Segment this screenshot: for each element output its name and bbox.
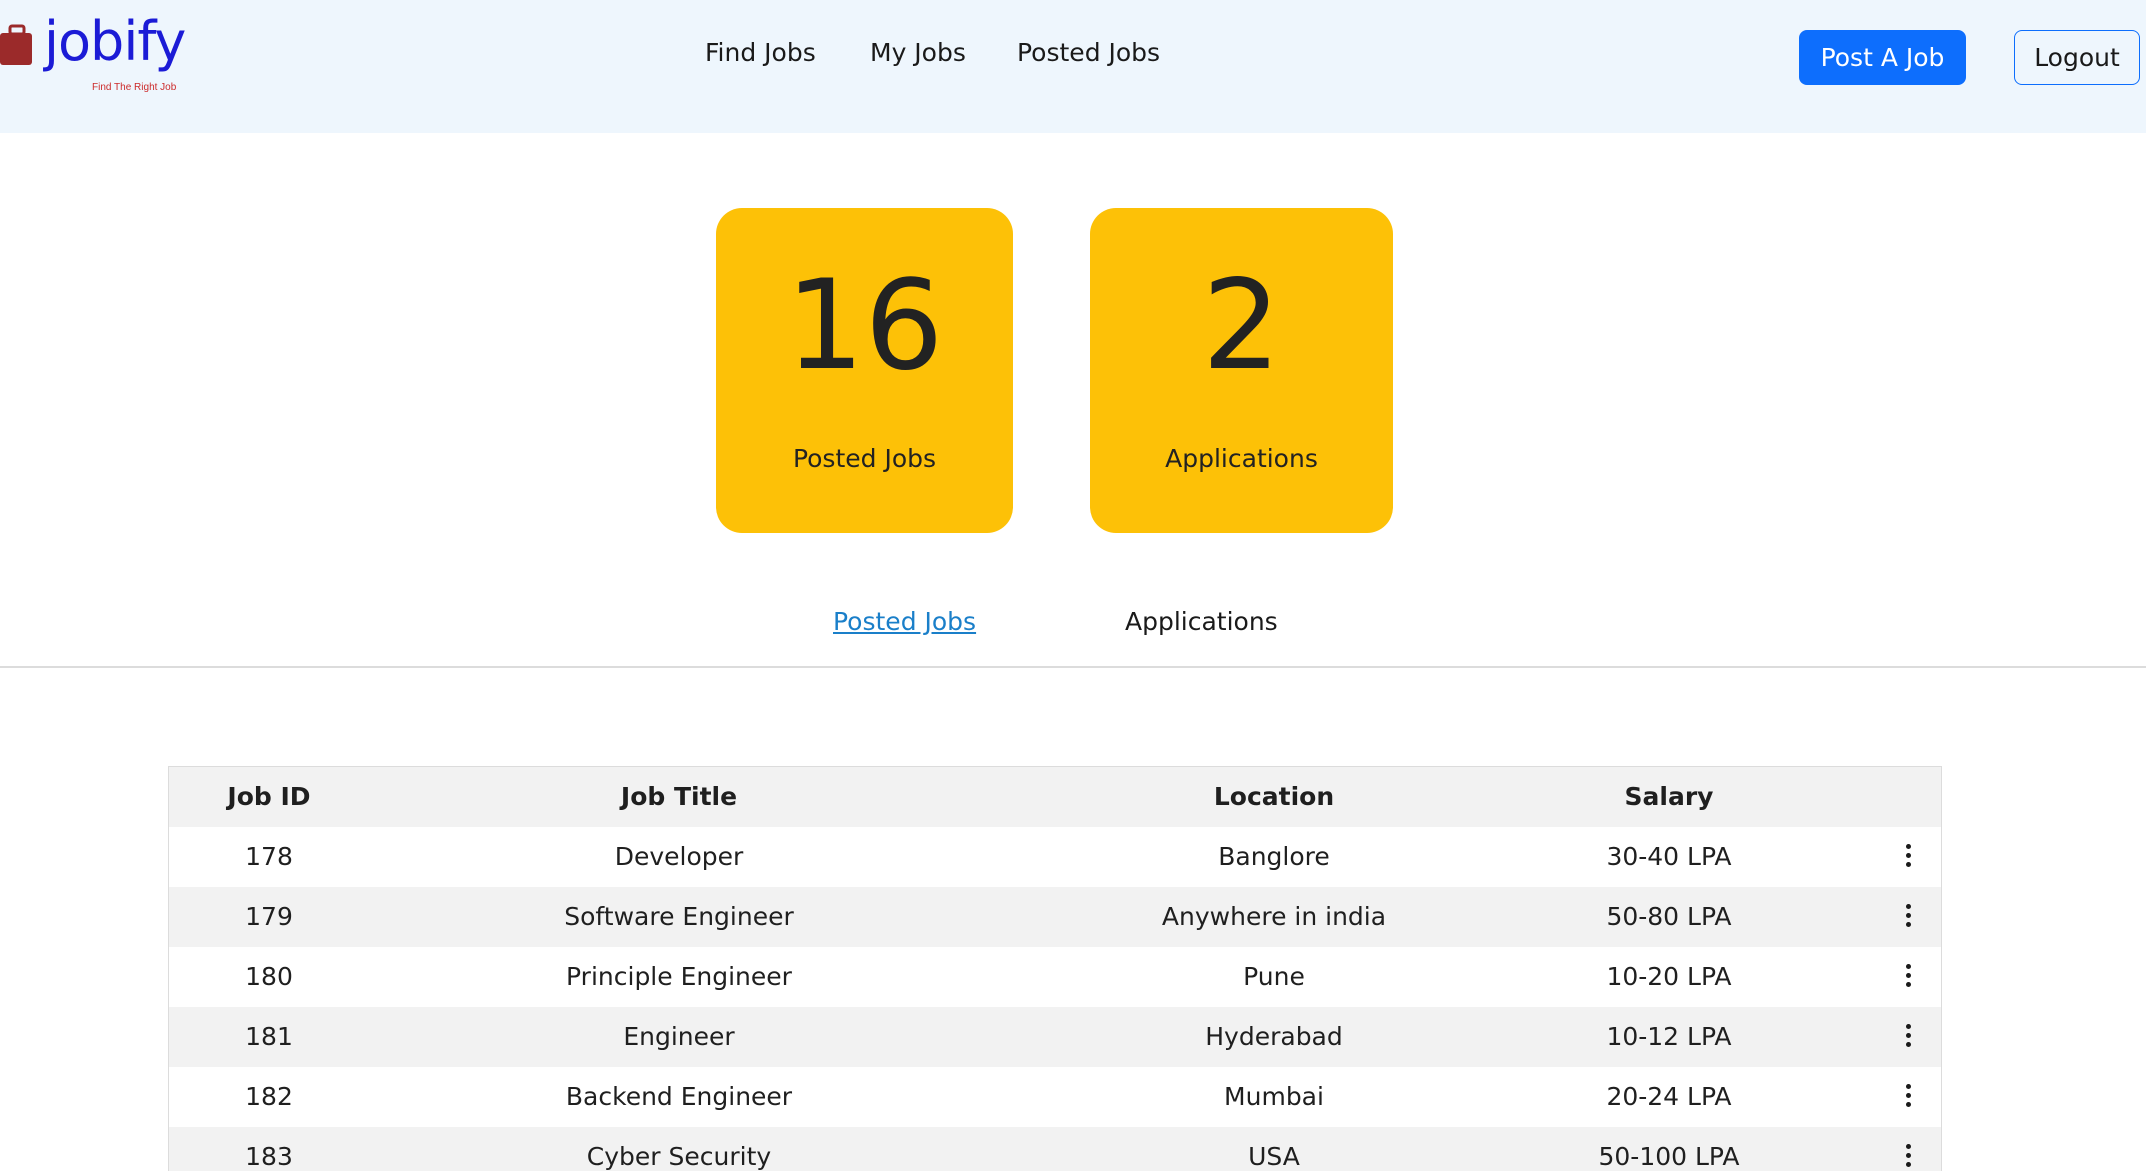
cell-job-id: 179 [245, 902, 293, 931]
row-menu-icon[interactable] [1894, 827, 1924, 887]
row-menu-icon[interactable] [1894, 887, 1924, 947]
tabs-divider [0, 666, 2146, 668]
table-header-row: Job ID Job Title Location Salary [169, 767, 1941, 827]
cell-location: Banglore [1218, 842, 1330, 871]
post-job-button[interactable]: Post A Job [1799, 30, 1966, 85]
posted-jobs-table: Job ID Job Title Location Salary 178 Dev… [168, 766, 1942, 1171]
cell-job-title: Engineer [623, 1022, 735, 1051]
row-menu-icon[interactable] [1894, 1067, 1924, 1127]
cell-job-title: Software Engineer [564, 902, 794, 931]
cell-location: Anywhere in india [1161, 902, 1387, 931]
table-row: 182 Backend Engineer Mumbai 20-24 LPA [169, 1067, 1941, 1127]
table-row: 178 Developer Banglore 30-40 LPA [169, 827, 1941, 887]
row-menu-icon[interactable] [1894, 1007, 1924, 1067]
cell-salary: 30-40 LPA [1606, 842, 1732, 871]
cell-salary: 50-100 LPA [1598, 1142, 1740, 1171]
cell-job-title: Backend Engineer [565, 1082, 793, 1111]
table-row: 180 Principle Engineer Pune 10-20 LPA [169, 947, 1941, 1007]
cell-salary: 10-12 LPA [1606, 1022, 1732, 1051]
brand-logo[interactable]: jobify Find The Right Job [0, 10, 200, 104]
table-row: 183 Cyber Security USA 50-100 LPA [169, 1127, 1941, 1171]
cell-job-id: 182 [245, 1082, 293, 1111]
tab-posted-jobs[interactable]: Posted Jobs [833, 607, 976, 636]
stat-value: 16 [785, 254, 944, 398]
briefcase-icon [0, 24, 32, 65]
cell-location: Hyderabad [1205, 1022, 1343, 1051]
cell-salary: 20-24 LPA [1606, 1082, 1732, 1111]
nav-my-jobs[interactable]: My Jobs [870, 38, 966, 67]
table-row: 179 Software Engineer Anywhere in india … [169, 887, 1941, 947]
stat-card-applications: 2 Applications [1090, 208, 1393, 533]
cell-salary: 10-20 LPA [1606, 962, 1732, 991]
cell-job-id: 181 [245, 1022, 293, 1051]
cell-location: USA [1248, 1142, 1300, 1171]
table-row: 181 Engineer Hyderabad 10-12 LPA [169, 1007, 1941, 1067]
cell-location: Mumbai [1224, 1082, 1324, 1111]
stat-label: Applications [1165, 444, 1318, 473]
cell-location: Pune [1243, 962, 1305, 991]
cell-job-id: 178 [245, 842, 293, 871]
stat-value: 2 [1202, 254, 1281, 398]
nav-posted-jobs[interactable]: Posted Jobs [1017, 38, 1160, 67]
header-salary: Salary [1624, 782, 1714, 811]
header-location: Location [1213, 782, 1335, 811]
cell-job-title: Principle Engineer [566, 962, 792, 991]
cell-job-id: 183 [245, 1142, 293, 1171]
stat-label: Posted Jobs [792, 444, 937, 473]
cell-job-title: Cyber Security [586, 1142, 772, 1171]
top-navbar: jobify Find The Right Job Find Jobs My J… [0, 0, 2146, 133]
logout-button[interactable]: Logout [2014, 30, 2140, 85]
nav-find-jobs[interactable]: Find Jobs [705, 38, 816, 67]
cell-job-id: 180 [245, 962, 293, 991]
row-menu-icon[interactable] [1894, 947, 1924, 1007]
header-job-id: Job ID [227, 782, 311, 811]
brand-tagline: Find The Right Job [92, 82, 177, 93]
cell-job-title: Developer [614, 842, 744, 871]
brand-name: jobify [44, 10, 186, 73]
tab-applications[interactable]: Applications [1125, 607, 1278, 636]
stat-card-posted-jobs: 16 Posted Jobs [716, 208, 1013, 533]
cell-salary: 50-80 LPA [1606, 902, 1732, 931]
row-menu-icon[interactable] [1894, 1127, 1924, 1171]
header-job-title: Job Title [620, 782, 738, 811]
